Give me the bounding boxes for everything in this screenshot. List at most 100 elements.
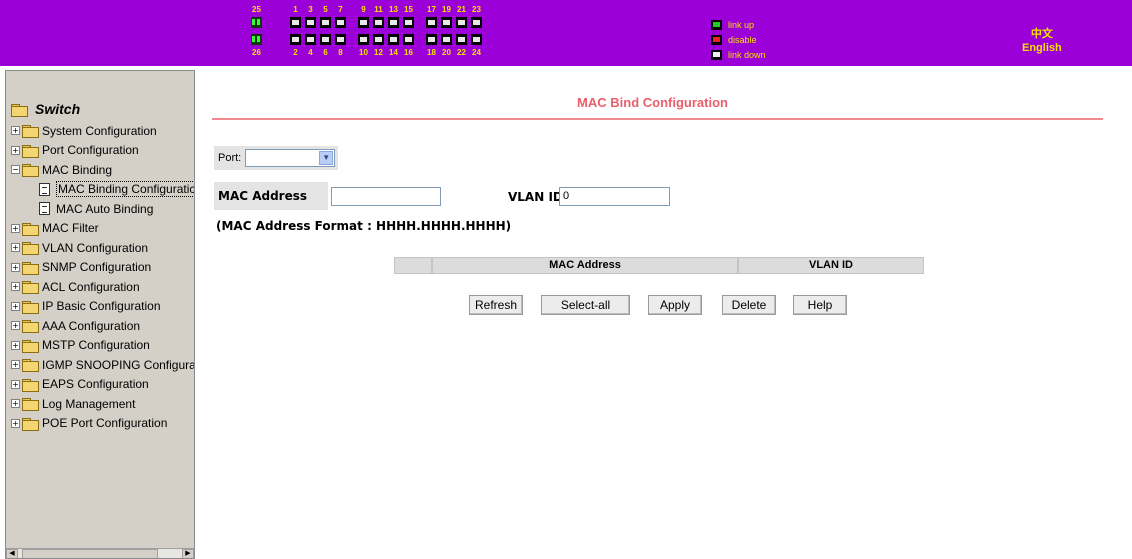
sidebar-item-acl-configuration[interactable]: + ACL Configuration [11,277,194,297]
sidebar-item-mac-binding[interactable]: − MAC Binding [11,160,194,180]
table-header-select [394,257,432,274]
port-number: 20 [442,48,451,57]
scroll-right-icon[interactable]: ▶ [182,549,194,558]
sidebar-item-label: IGMP SNOOPING Configura [42,357,195,372]
lang-chinese-link[interactable]: 中文 [1022,27,1062,41]
folder-icon [22,300,39,314]
legend-label: disable [728,34,757,45]
sidebar-item-label: VLAN Configuration [42,240,149,255]
sidebar-item-log-management[interactable]: + Log Management [11,394,194,414]
folder-icon [22,144,39,158]
folder-open-icon [11,103,28,117]
port-number: 14 [389,48,398,57]
binding-table-header: MAC Address VLAN ID [394,257,924,274]
vlan-id-input[interactable]: 0 [559,187,670,206]
port-number: 5 [323,5,328,14]
port-12-icon[interactable] [373,34,384,45]
sidebar-item-aaa-configuration[interactable]: + AAA Configuration [11,316,194,336]
apply-button[interactable]: Apply [648,295,702,315]
sidebar-item-system-configuration[interactable]: + System Configuration [11,121,194,141]
select-all-button[interactable]: Select-all [541,295,630,315]
port-7-icon[interactable] [335,17,346,28]
port-17-icon[interactable] [426,17,437,28]
port-10-icon[interactable] [358,34,369,45]
port-25-icon[interactable] [251,17,262,28]
scrollbar-thumb[interactable] [22,549,158,558]
expand-plus-icon[interactable]: + [11,262,20,272]
lang-english-link[interactable]: English [1022,41,1062,55]
expand-plus-icon[interactable]: + [11,379,20,389]
port-disabled-icon [711,34,722,45]
port-18-icon[interactable] [426,34,437,45]
legend-link-down: link down [711,48,766,61]
expand-plus-icon[interactable]: + [11,321,20,331]
scroll-left-icon[interactable]: ◀ [6,549,18,558]
folder-icon [22,320,39,334]
expand-plus-icon[interactable]: + [11,301,20,311]
tree-root[interactable]: Switch [11,101,80,117]
expand-plus-icon[interactable]: + [11,399,20,409]
collapse-minus-icon[interactable]: − [11,165,20,175]
port-1-icon[interactable] [290,17,301,28]
port-15-icon[interactable] [403,17,414,28]
port-number: 25 [252,5,261,14]
port-2-icon[interactable] [290,34,301,45]
legend-link-up: link up [711,18,766,31]
mac-address-input[interactable] [331,187,441,206]
sidebar-item-mac-filter[interactable]: + MAC Filter [11,219,194,239]
port-19-icon[interactable] [441,17,452,28]
expand-plus-icon[interactable]: + [11,223,20,233]
expand-plus-icon[interactable]: + [11,145,20,155]
folder-icon [22,378,39,392]
port-9-icon[interactable] [358,17,369,28]
port-13-icon[interactable] [388,17,399,28]
port-8-icon[interactable] [335,34,346,45]
sidebar-item-eaps-configuration[interactable]: + EAPS Configuration [11,375,194,395]
sidebar-item-poe-port-configuration[interactable]: + POE Port Configuration [11,414,194,434]
chevron-down-icon[interactable]: ▼ [319,151,334,165]
port-6-icon[interactable] [320,34,331,45]
delete-button[interactable]: Delete [722,295,776,315]
sidebar-item-port-configuration[interactable]: + Port Configuration [11,141,194,161]
sidebar-item-mac-auto-binding[interactable]: MAC Auto Binding [11,199,194,219]
port-4-icon[interactable] [305,34,316,45]
port-21-icon[interactable] [456,17,467,28]
port-label: Port: [218,152,242,164]
sidebar-item-igmp-snooping-configuration[interactable]: + IGMP SNOOPING Configura [11,355,195,375]
sidebar-item-ip-basic-configuration[interactable]: + IP Basic Configuration [11,297,194,317]
port-number: 17 [427,5,436,14]
sidebar-item-mstp-configuration[interactable]: + MSTP Configuration [11,336,194,356]
sidebar-item-mac-binding-configuration[interactable]: MAC Binding Configuratic [11,180,194,200]
nav-tree: + System Configuration + Port Configurat… [11,121,195,434]
port-5-icon[interactable] [320,17,331,28]
port-22-icon[interactable] [456,34,467,45]
port-select[interactable]: ▼ [245,149,336,167]
folder-icon [22,398,39,412]
port-number: 21 [457,5,466,14]
port-3-icon[interactable] [305,17,316,28]
folder-icon [22,125,39,139]
port-26-icon[interactable] [251,34,262,45]
port-20-icon[interactable] [441,34,452,45]
expand-plus-icon[interactable]: + [11,282,20,292]
sidebar-item-label: MSTP Configuration [42,338,150,353]
expand-plus-icon[interactable]: + [11,243,20,253]
sidebar-item-label: SNMP Configuration [42,260,152,275]
expand-plus-icon[interactable]: + [11,360,20,370]
help-button[interactable]: Help [793,295,847,315]
sidebar-item-snmp-configuration[interactable]: + SNMP Configuration [11,258,194,278]
port-14-icon[interactable] [388,34,399,45]
port-16-icon[interactable] [403,34,414,45]
port-11-icon[interactable] [373,17,384,28]
refresh-button[interactable]: Refresh [469,295,523,315]
expand-plus-icon[interactable]: + [11,340,20,350]
expand-plus-icon[interactable]: + [11,126,20,136]
folder-open-icon [22,164,39,178]
horizontal-scrollbar[interactable]: ◀ ▶ [6,548,194,558]
sidebar-item-vlan-configuration[interactable]: + VLAN Configuration [11,238,194,258]
expand-plus-icon[interactable]: + [11,418,20,428]
sidebar-item-label: Port Configuration [42,143,139,158]
port-24-icon[interactable] [471,34,482,45]
port-23-icon[interactable] [471,17,482,28]
page-title: MAC Bind Configuration [577,95,728,110]
